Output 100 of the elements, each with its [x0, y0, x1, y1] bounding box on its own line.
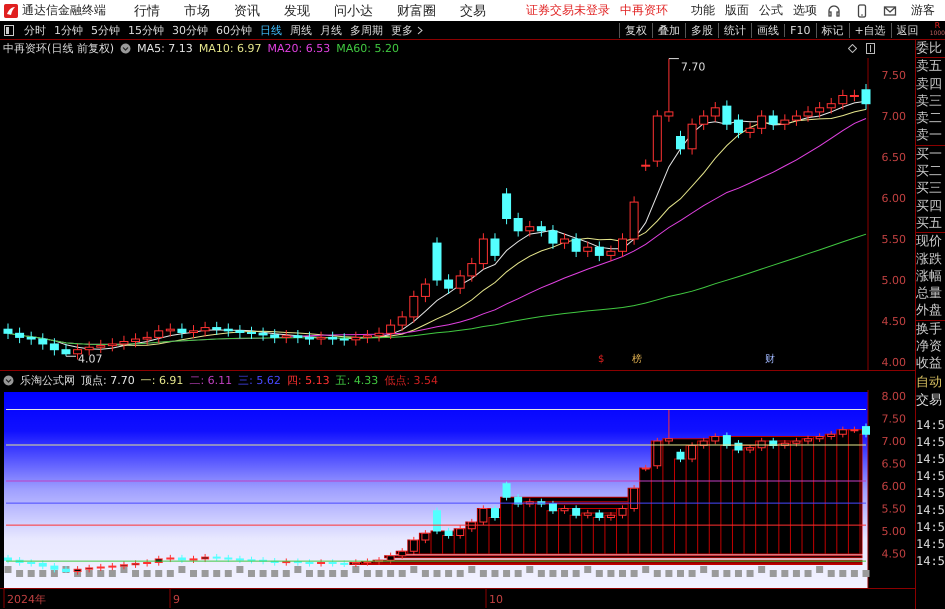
toolbar-button[interactable]: F10: [784, 24, 816, 36]
event-marker[interactable]: 财: [765, 354, 775, 365]
candlestick: [502, 188, 512, 225]
level-value: 四: 5.13: [286, 372, 330, 388]
date-axis-label: 2024年: [7, 593, 46, 606]
candlestick: [212, 321, 222, 336]
candlestick: [699, 110, 708, 130]
period-tab[interactable]: 1分钟: [50, 22, 87, 38]
quote-field-label: 卖四: [916, 76, 943, 93]
candlestick: [398, 310, 407, 332]
candlestick: [478, 232, 488, 270]
quote-field-label: 涨幅: [916, 268, 943, 286]
user-label[interactable]: 游客: [911, 2, 935, 19]
candlestick: [96, 339, 106, 354]
level-value: 二: 6.11: [189, 372, 232, 388]
toolbar-button[interactable]: +自选: [848, 22, 891, 38]
level-value: 五: 4.33: [336, 372, 378, 388]
candlestick: [862, 84, 870, 110]
candlestick: [50, 338, 59, 356]
period-tab[interactable]: 5分钟: [87, 22, 124, 38]
menu-item[interactable]: 问小达: [334, 2, 373, 20]
candlestick: [722, 100, 732, 130]
price-axis-label: 4.50: [882, 315, 906, 328]
toolbar-button[interactable]: 多股: [685, 22, 718, 38]
candlestick: [200, 321, 210, 338]
toolbar-button[interactable]: 复权: [619, 22, 652, 38]
menu-item[interactable]: 选项: [793, 2, 817, 19]
indicator-name: 乐淘公式网: [20, 372, 75, 388]
candlestick: [826, 97, 836, 114]
menu-item[interactable]: 公式: [759, 2, 783, 19]
period-tab[interactable]: 60分钟: [212, 22, 256, 38]
login-notice[interactable]: 证券交易未登录: [526, 2, 610, 19]
trade-time: 14:5: [916, 485, 945, 502]
chevron-down-circle-icon[interactable]: [3, 374, 14, 386]
candlestick: [734, 114, 743, 139]
menu-item[interactable]: 资讯: [234, 2, 260, 20]
candlestick: [456, 270, 465, 294]
toolbar-button[interactable]: 画线: [751, 22, 784, 38]
phone-icon[interactable]: [855, 4, 869, 18]
candlestick: [815, 102, 824, 118]
candlestick: [594, 240, 604, 262]
candlestick: [606, 245, 616, 262]
candlestick: [235, 324, 244, 339]
event-marker[interactable]: 榜: [632, 354, 642, 365]
menu-item[interactable]: 发现: [284, 2, 310, 20]
event-marker[interactable]: $: [598, 354, 604, 365]
menu-item[interactable]: 功能: [691, 2, 715, 19]
trade-time: 14:5: [916, 536, 945, 553]
mail-icon[interactable]: [883, 4, 897, 18]
candlestick: [316, 331, 326, 346]
level-value: 一: 6.91: [140, 372, 184, 388]
menu-item[interactable]: 市场: [184, 2, 210, 20]
quote-field-label: 卖五: [916, 58, 943, 76]
candlestick: [61, 343, 70, 357]
quote-field-label: 卖三: [916, 92, 943, 110]
period-tab[interactable]: 更多: [387, 22, 417, 38]
period-tab[interactable]: 30分钟: [168, 22, 212, 38]
period-tab[interactable]: 分时: [20, 22, 50, 38]
diamond-icon[interactable]: [848, 44, 857, 53]
price-axis-label: 4.50: [882, 548, 906, 560]
toolbar-button[interactable]: 标记: [816, 22, 848, 38]
price-axis-label: 5.00: [882, 274, 906, 287]
date-axis-label: 10: [489, 593, 503, 606]
candlestick: [154, 324, 164, 344]
toolbar-button[interactable]: 返回: [890, 22, 924, 38]
quote-field-label: 现价: [916, 233, 943, 251]
candlestick: [189, 324, 198, 339]
panel-toggle-icon[interactable]: [4, 24, 14, 36]
menu-item[interactable]: 财富圈: [397, 2, 436, 20]
candlestick: [386, 318, 396, 340]
quote-field-label: 外盘: [916, 302, 945, 321]
chevron-right-icon[interactable]: [417, 26, 423, 34]
panel-icon[interactable]: [866, 43, 875, 54]
candlestick: [536, 220, 546, 238]
period-tab[interactable]: 周线: [286, 22, 316, 38]
chevron-down-circle-icon[interactable]: [120, 43, 132, 54]
period-tab[interactable]: 日线: [256, 22, 286, 38]
period-tab[interactable]: 月线: [316, 22, 346, 38]
corner-label: R: [934, 22, 940, 30]
price-axis-label: 6.50: [882, 151, 906, 164]
candlestick: [142, 331, 152, 346]
quote-field-label: 委比: [916, 40, 945, 58]
quote-field-label: 换手: [916, 320, 943, 338]
period-tab[interactable]: 15分钟: [124, 22, 168, 38]
candlestick: [768, 110, 778, 130]
candlestick: [688, 118, 697, 156]
headset-icon[interactable]: [827, 4, 841, 18]
toolbar-button[interactable]: 叠加: [652, 22, 686, 38]
trade-label[interactable]: 自动: [916, 374, 945, 392]
menu-item[interactable]: 版面: [725, 2, 749, 19]
menu-item[interactable]: 交易: [460, 2, 486, 20]
toolbar-button[interactable]: 统计: [718, 22, 752, 38]
menu-item[interactable]: 行情: [134, 2, 160, 20]
candlestick: [746, 122, 755, 139]
candlestick: [246, 326, 256, 340]
quote-field-label: 买三: [916, 180, 943, 198]
stock-name: 中再资环: [620, 2, 668, 19]
price-axis-label: 7.50: [882, 69, 906, 82]
trade-label[interactable]: 交易: [916, 392, 945, 409]
period-tab[interactable]: 多周期: [346, 22, 387, 38]
